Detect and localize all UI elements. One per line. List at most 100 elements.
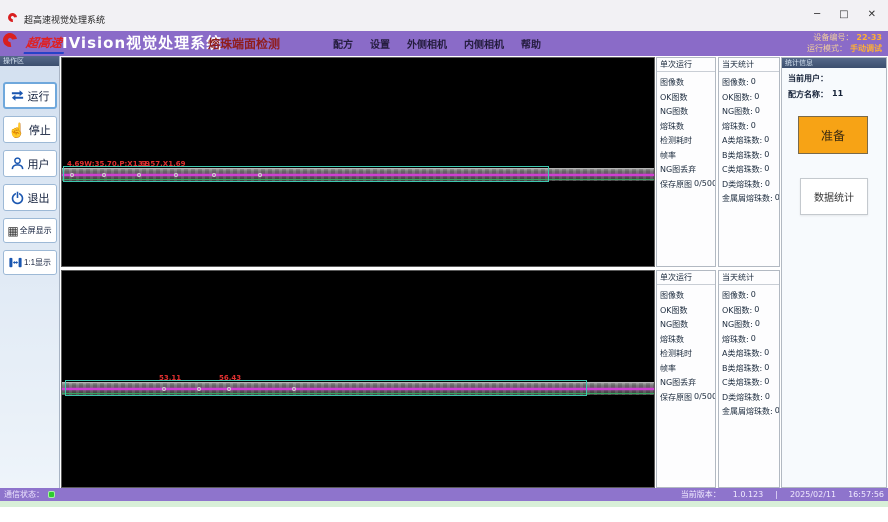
- stat-row: 帧率: [660, 363, 715, 378]
- statusbar: 通信状态： 当前版本： 1.0.123 | 2025/02/11 16:57:5…: [0, 488, 888, 501]
- stat-value: 0: [764, 377, 769, 392]
- stat-row: 熔珠数: [660, 121, 715, 136]
- menu-item[interactable]: 内侧相机: [464, 36, 504, 51]
- stat-value: 0: [764, 164, 769, 179]
- brand-name: 超高速: [24, 34, 67, 54]
- stat-label: A类熔珠数:: [722, 135, 762, 150]
- stat-label: NG图丢弃: [660, 164, 696, 179]
- stat-value: 0: [751, 77, 756, 92]
- stat-value: 0: [764, 348, 769, 363]
- user-button-label: 用户: [28, 156, 50, 172]
- fullscreen-button[interactable]: ▦ 全屏显示: [3, 218, 57, 243]
- stat-label: NG图数:: [722, 106, 753, 121]
- version-value: 1.0.123: [733, 490, 764, 499]
- one-to-one-button[interactable]: 1:1显示: [3, 250, 57, 275]
- stat-label: A类熔珠数:: [722, 348, 762, 363]
- stat-label: 检测耗时: [660, 348, 692, 363]
- one-to-one-icon: [8, 255, 23, 270]
- stat-row: 熔珠数: 0: [722, 121, 779, 136]
- detection-roi-box: [63, 166, 549, 182]
- user-button[interactable]: 用户: [3, 150, 57, 177]
- stat-row: A类熔珠数: 0: [722, 348, 779, 363]
- comm-status-label: 通信状态：: [4, 489, 44, 500]
- stat-label: 金属屑熔珠数:: [722, 193, 773, 208]
- stat-label: B类熔珠数:: [722, 150, 762, 165]
- device-number-value: 22-33: [856, 32, 882, 43]
- stat-row: 保存原图 0/500: [660, 179, 715, 194]
- stat-label: 图像数:: [722, 77, 749, 92]
- stat-row: 熔珠数: [660, 334, 715, 349]
- menu-item[interactable]: 外侧相机: [407, 36, 447, 51]
- run-button-label: 运行: [28, 88, 50, 104]
- stat-row: A类熔珠数: 0: [722, 135, 779, 150]
- stat-value: 0: [775, 406, 780, 421]
- menu-item[interactable]: 设置: [370, 36, 390, 51]
- single-run-title: 单次运行: [657, 271, 715, 285]
- menu-item[interactable]: 配方: [333, 36, 353, 51]
- stat-row: OK图数: [660, 305, 715, 320]
- app-logo-icon: [6, 11, 19, 24]
- stat-label: OK图数: [660, 305, 688, 320]
- stat-label: OK图数: [660, 92, 688, 107]
- stat-label: OK图数:: [722, 92, 752, 107]
- camera-viewport-2[interactable]: 53.11 56.43: [61, 270, 655, 488]
- stat-label: C类熔珠数:: [722, 164, 762, 179]
- stat-value: 0/500: [694, 392, 716, 407]
- current-user-label: 当前用户：: [788, 73, 828, 84]
- stat-row: NG图丢弃: [660, 377, 715, 392]
- sidebar-header: 操作区: [0, 56, 59, 66]
- main-area: 操作区 运行 ☝ 停止: [0, 56, 888, 488]
- menu-item[interactable]: 帮助: [521, 36, 541, 51]
- stat-label: 图像数: [660, 290, 684, 305]
- minimize-button[interactable]: ─: [814, 9, 820, 21]
- camera-viewport-1[interactable]: 4.69W:35.70,P:X1.69 31.57,X1.69: [61, 57, 655, 267]
- app-window: 超高速视觉处理系统 ─ □ ✕ 超高速 IVision视觉处理系统 熔珠端面检测…: [0, 0, 888, 522]
- stat-value: 0/500: [694, 179, 716, 194]
- info-panel: 统计信息 当前用户： 配方名称： 11 准备 数据统计: [781, 57, 887, 488]
- fullscreen-button-label: 全屏显示: [20, 225, 52, 236]
- stat-label: OK图数:: [722, 305, 752, 320]
- statusbar-date: 2025/02/11: [790, 490, 836, 499]
- stat-value: 0: [754, 305, 759, 320]
- bottom-strip: [0, 501, 888, 507]
- stat-row: NG图数: 0: [722, 319, 779, 334]
- info-panel-header: 统计信息: [782, 58, 886, 68]
- stat-label: 图像数: [660, 77, 684, 92]
- stat-label: 熔珠数:: [722, 121, 749, 136]
- close-button[interactable]: ✕: [868, 9, 876, 21]
- data-statistics-button[interactable]: 数据统计: [800, 178, 868, 215]
- exit-button[interactable]: 退出: [3, 184, 57, 211]
- hand-icon: ☝: [8, 123, 25, 137]
- prepare-button[interactable]: 准备: [798, 116, 868, 154]
- stat-label: 保存原图: [660, 392, 692, 407]
- stat-row: 金属屑熔珠数: 0: [722, 193, 779, 208]
- stat-label: 金属屑熔珠数:: [722, 406, 773, 421]
- stat-row: 检测耗时: [660, 135, 715, 150]
- stat-value: 0: [755, 106, 760, 121]
- run-mode-value: 手动调试: [850, 43, 882, 54]
- one-to-one-button-label: 1:1显示: [24, 257, 51, 268]
- stat-value: 0: [751, 290, 756, 305]
- stat-row: NG图丢弃: [660, 164, 715, 179]
- stat-label: D类熔珠数:: [722, 392, 763, 407]
- stat-label: NG图数: [660, 319, 688, 334]
- stat-label: 熔珠数: [660, 121, 684, 136]
- stat-label: NG图数:: [722, 319, 753, 334]
- stat-row: OK图数: 0: [722, 305, 779, 320]
- stat-row: 金属屑熔珠数: 0: [722, 406, 779, 421]
- app-header: 超高速 IVision视觉处理系统 熔珠端面检测 配方设置外侧相机内侧相机帮助 …: [0, 31, 888, 56]
- stat-row: 熔珠数: 0: [722, 334, 779, 349]
- device-number-label: 设备编号：: [813, 32, 853, 43]
- stat-row: OK图数: 0: [722, 92, 779, 107]
- main-menu: 配方 设置 外侧相机 内侧相机 帮助: [333, 31, 541, 56]
- stop-button[interactable]: ☝ 停止: [3, 116, 57, 143]
- run-button[interactable]: 运行: [3, 82, 57, 109]
- single-run-title: 单次运行: [657, 58, 715, 72]
- stat-row: NG图数: [660, 106, 715, 121]
- power-icon: [10, 190, 25, 205]
- app-title: IVision视觉处理系统: [62, 31, 222, 56]
- stat-row: 保存原图 0/500: [660, 392, 715, 407]
- maximize-button[interactable]: □: [839, 9, 848, 21]
- single-run-panel-1: 单次运行 图像数 OK图数 NG图数: [656, 57, 716, 267]
- run-mode-label: 运行模式：: [807, 43, 847, 54]
